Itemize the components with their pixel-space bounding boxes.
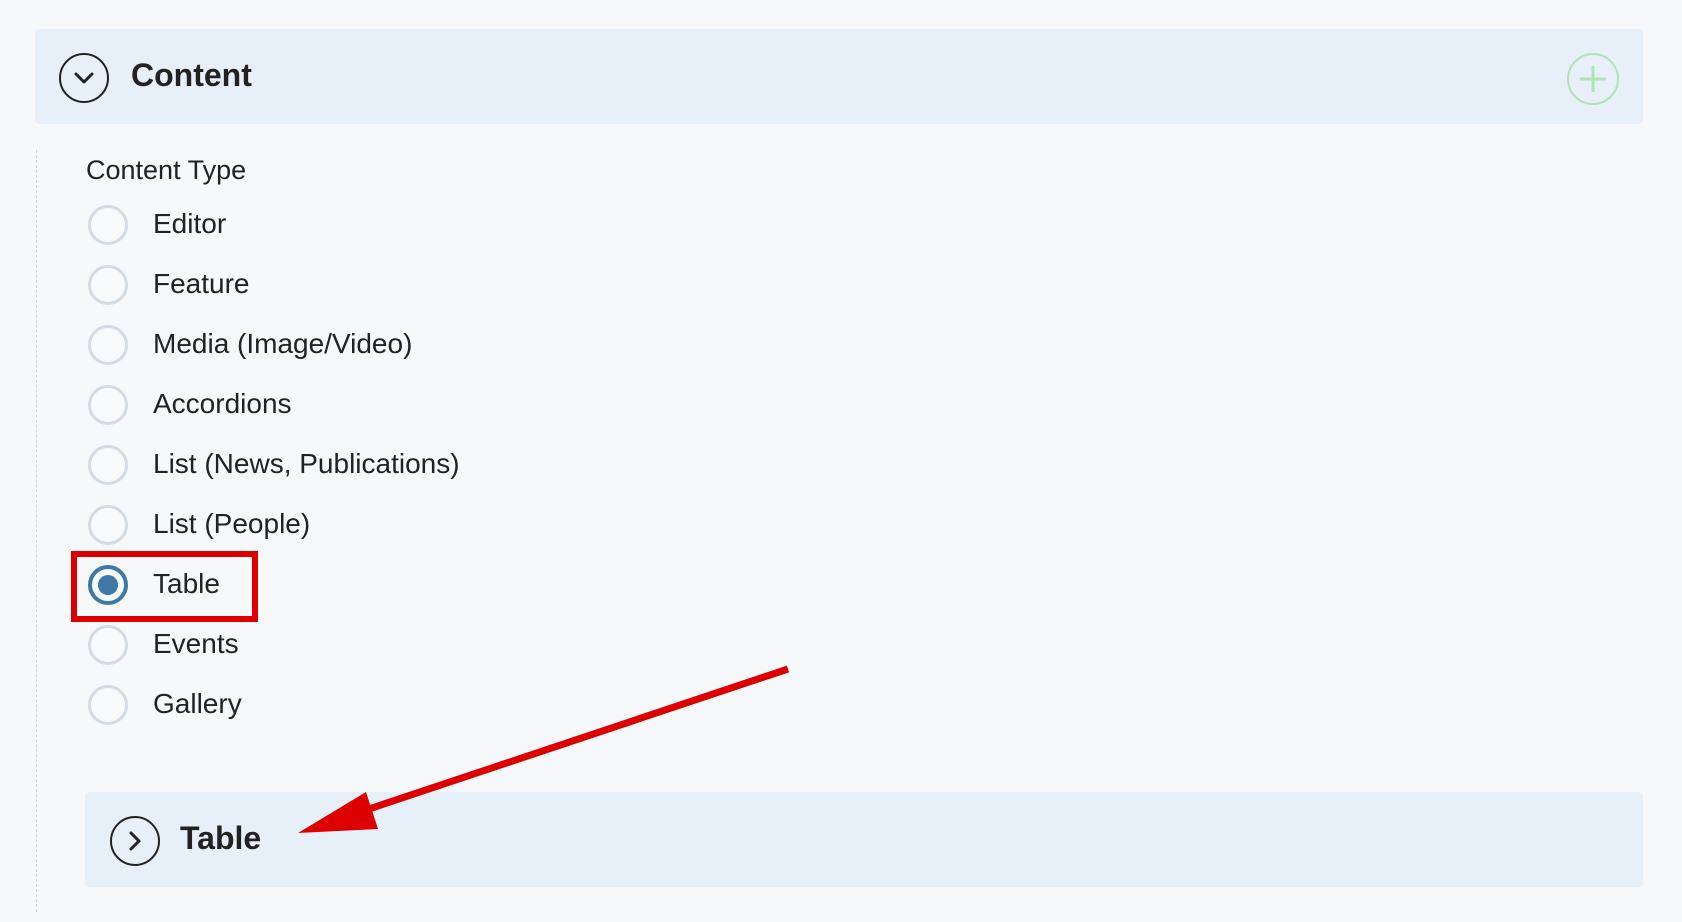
annotation-arrow [298, 665, 790, 833]
